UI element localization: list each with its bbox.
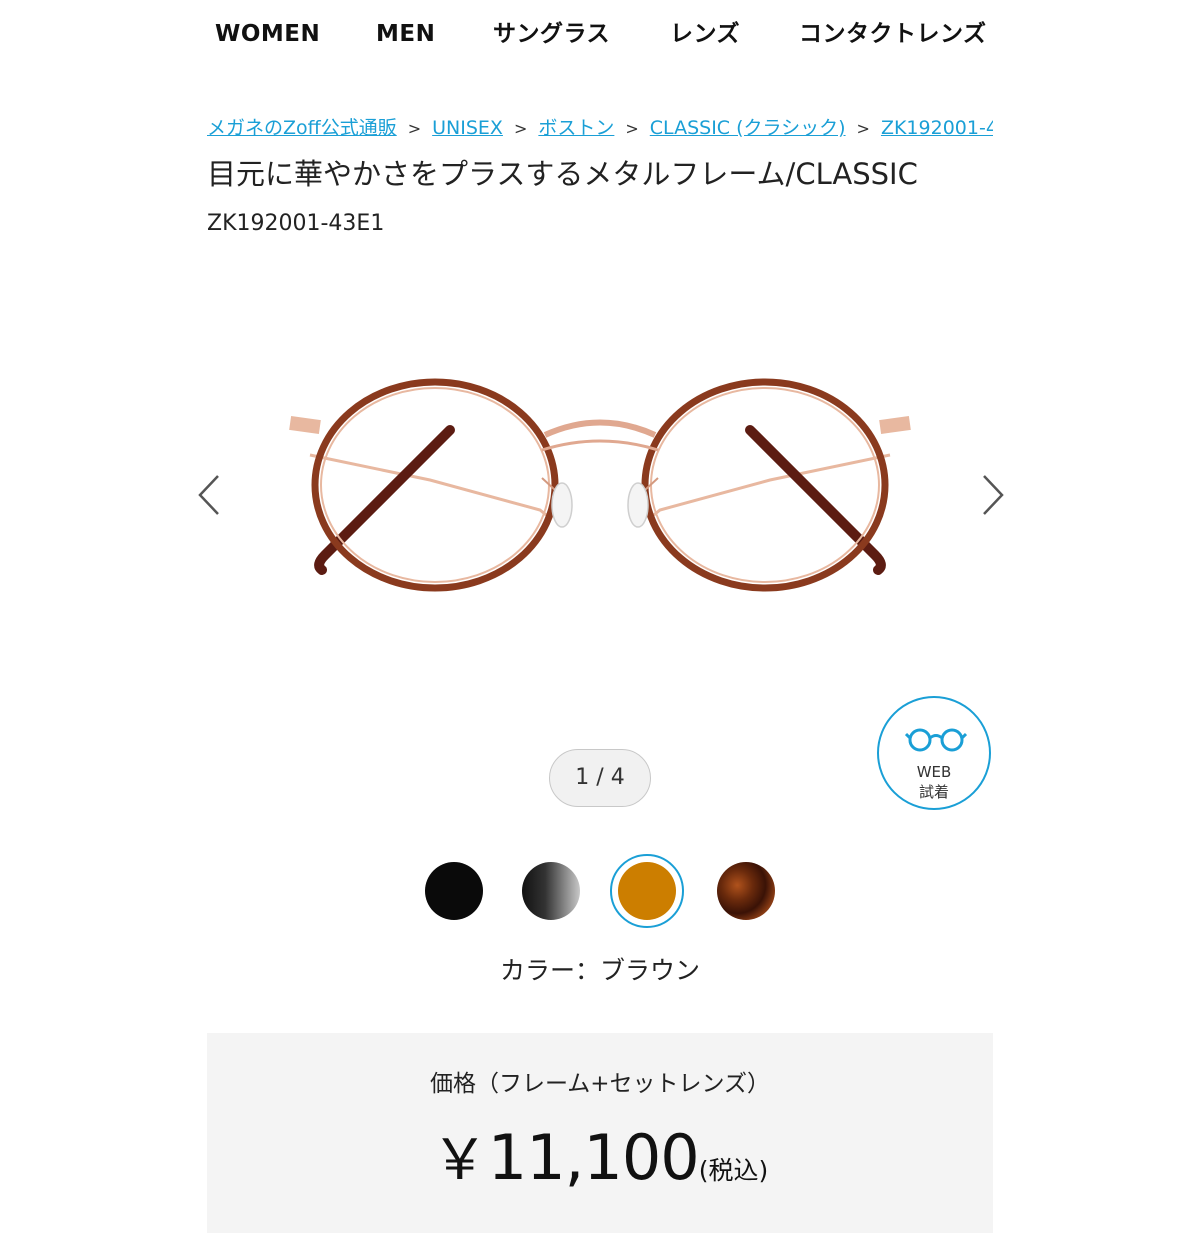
breadcrumb-separator: > — [513, 119, 528, 138]
nav-contact-lenses[interactable]: コンタクトレンズ — [799, 16, 987, 52]
web-try-on-line2: 試着 — [918, 783, 949, 801]
price-currency: ￥ — [431, 1128, 488, 1193]
breadcrumb: メガネのZoff公式通販 > UNISEX > ボストン > CLASSIC (クラシック)… — [207, 113, 993, 144]
breadcrumb-boston[interactable]: ボストン — [538, 117, 614, 139]
chevron-left-icon — [198, 475, 219, 515]
breadcrumb-separator: > — [856, 119, 870, 138]
price-amount: 11,100 — [487, 1121, 700, 1194]
nav-men[interactable]: MEN — [376, 16, 435, 52]
breadcrumb-separator: > — [407, 119, 422, 138]
color-swatch-brown — [618, 862, 676, 920]
nav-lenses[interactable]: レンズ — [670, 16, 740, 52]
selected-color-label: カラー：ブラウン — [499, 956, 700, 985]
price-label: 価格（フレーム+セットレンズ） — [429, 1071, 771, 1097]
nav-women[interactable]: WOMEN — [215, 16, 320, 52]
color-swatch-brown-selected[interactable] — [610, 854, 684, 928]
nav-sunglasses[interactable]: サングラス — [493, 16, 610, 52]
top-nav: WOMEN MEN サングラス レンズ コンタクトレンズ — [0, 16, 1200, 56]
product-title: 目元に華やかさをプラスするメタルフレーム/CLASSIC — [207, 157, 918, 191]
product-code: ZK192001-43E1 — [207, 211, 385, 236]
color-swatch-tortoise[interactable] — [717, 862, 775, 920]
color-swatch-gray-gradient[interactable] — [522, 862, 580, 920]
gallery-counter: 1 / 4 — [549, 749, 651, 807]
web-try-on-button[interactable]: WEB 試着 — [877, 696, 991, 810]
web-try-on-line1: WEB — [916, 763, 952, 781]
price-box: 価格（フレーム+セットレンズ） ￥11,100(税込) — [207, 1033, 993, 1233]
gallery-next-button[interactable] — [976, 470, 1006, 520]
price: ￥11,100(税込) — [207, 1115, 993, 1196]
color-swatch-black[interactable] — [425, 862, 483, 920]
chevron-right-icon — [983, 475, 1004, 515]
breadcrumb-home[interactable]: メガネのZoff公式通販 — [207, 117, 397, 139]
product-image — [289, 378, 911, 592]
breadcrumb-classic[interactable]: CLASSIC (クラシック) — [650, 117, 846, 139]
breadcrumb-separator: > — [625, 119, 639, 138]
breadcrumb-unisex[interactable]: UNISEX — [432, 117, 503, 139]
gallery-prev-button[interactable] — [196, 470, 226, 520]
breadcrumb-product[interactable]: ZK192001-43E1 — [881, 117, 993, 139]
glasses-icon — [905, 728, 967, 752]
web-try-on-label: WEB 試着 — [879, 762, 989, 802]
price-tax-note: (税込) — [698, 1156, 769, 1185]
